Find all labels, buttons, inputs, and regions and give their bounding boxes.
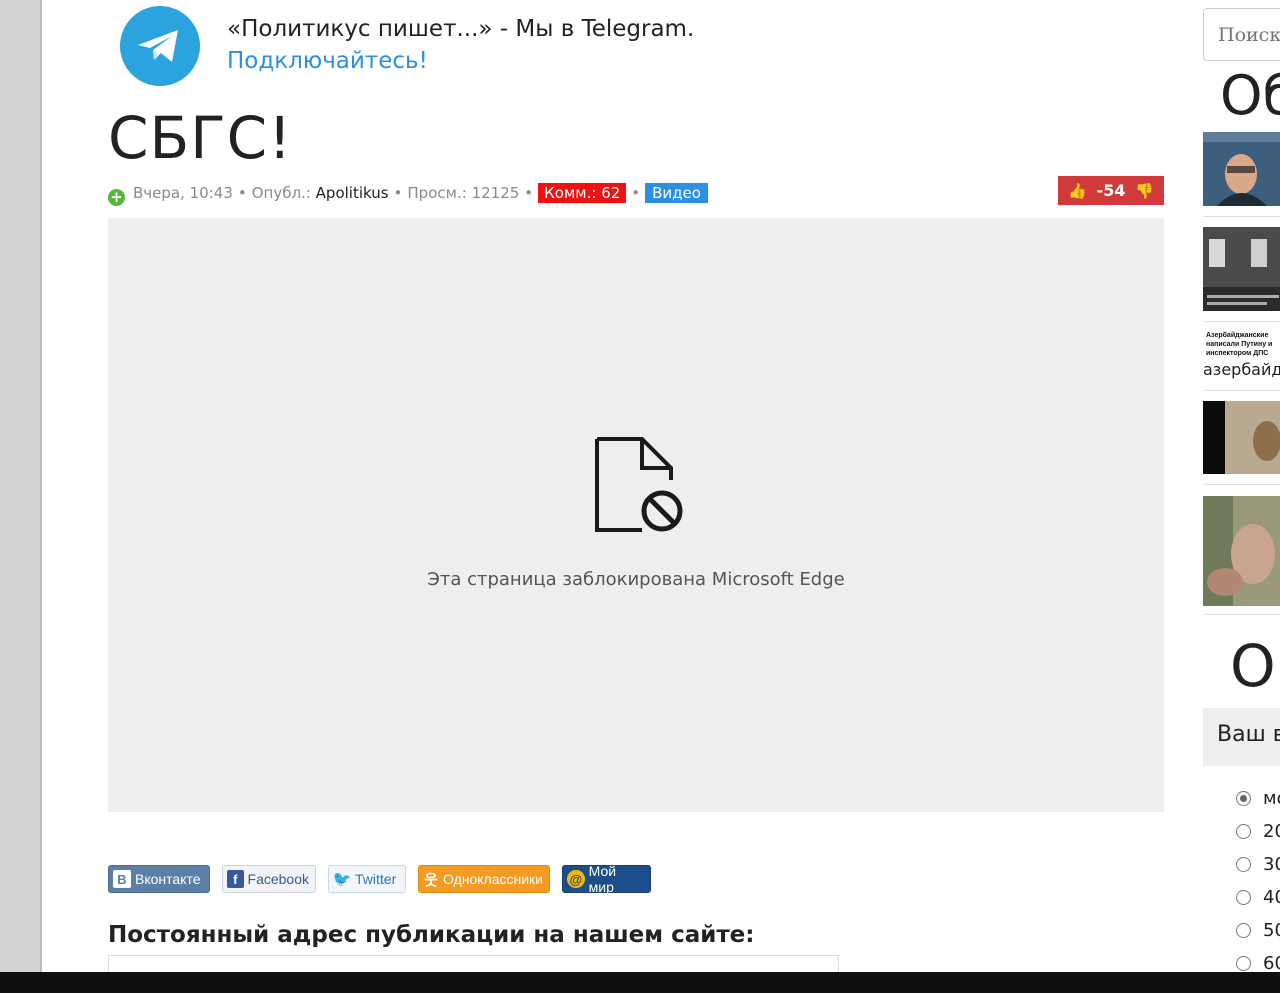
sidebar-heading: Об [1220, 64, 1280, 127]
poll-option-label: 20 [1263, 821, 1280, 842]
article-title: СБГС! [108, 104, 293, 172]
video-badge[interactable]: Видео [645, 183, 708, 203]
meta-separator: • [524, 184, 534, 202]
published-label: Опубл.: [251, 184, 311, 202]
radio-button[interactable] [1236, 956, 1251, 971]
mymir-icon: @ [567, 870, 585, 888]
poll-option[interactable]: 50 [1236, 920, 1280, 941]
blocked-embed-frame: Эта страница заблокирована Microsoft Edg… [108, 218, 1164, 812]
twitter-icon: 🐦 [332, 871, 352, 888]
blocked-message: Эта страница заблокирована Microsoft Edg… [427, 569, 845, 590]
sidebar-divider [1203, 321, 1280, 322]
poll-option[interactable]: 60 [1236, 953, 1280, 974]
poll-option-label: мо [1263, 788, 1280, 809]
blocked-document-icon [595, 437, 683, 532]
share-mymir-label: Мой мир [588, 863, 617, 895]
sidebar-divider [1203, 484, 1280, 485]
vk-icon: B [113, 870, 131, 888]
telegram-icon[interactable] [120, 6, 200, 86]
poll-heading: О [1230, 632, 1276, 700]
poll-option-label: 60 [1263, 953, 1280, 974]
share-vk-button[interactable]: B Вконтакте [108, 865, 210, 893]
sidebar-thumb-5[interactable] [1203, 496, 1280, 606]
meta-separator: • [631, 184, 641, 202]
plus-icon[interactable]: + [108, 188, 125, 206]
telegram-promo-text: «Политикус пишет...» - Мы в Telegram. [227, 16, 695, 42]
share-mymir-button[interactable]: @ Мой мир [562, 863, 651, 895]
poll-option-label: 50 [1263, 920, 1280, 941]
share-facebook-label: Facebook [247, 871, 309, 887]
search-input[interactable] [1203, 8, 1280, 61]
poll-option-label: 40 [1263, 887, 1280, 908]
meta-separator: • [237, 184, 247, 202]
share-facebook-button[interactable]: f Facebook [222, 865, 316, 893]
video-thumbnail [1203, 496, 1280, 606]
rating-widget: 👍 -54 👎 [1058, 176, 1164, 205]
radio-button[interactable] [1236, 923, 1251, 938]
taskbar [0, 972, 1280, 993]
meta-separator: • [393, 184, 403, 202]
poll-option[interactable]: 30 [1236, 854, 1280, 875]
thumbs-down-icon[interactable]: 👎 [1135, 182, 1154, 200]
news-thumbnail [1203, 227, 1280, 311]
article-date: Вчера, 10:43 [133, 184, 233, 202]
radio-button[interactable] [1236, 791, 1251, 806]
sidebar-divider [1203, 390, 1280, 391]
sidebar-divider [1203, 614, 1280, 615]
share-twitter-label: Twitter [355, 871, 397, 887]
facebook-icon: f [227, 870, 244, 888]
permalink-title: Постоянный адрес публикации на нашем сай… [108, 922, 755, 948]
poll-question: Ваш в [1203, 708, 1280, 766]
comments-badge[interactable]: Комм.: 62 [538, 183, 627, 203]
thumb-3-title: Азербайджанские написали Путину и инспек… [1206, 332, 1273, 357]
share-odnoklassniki-button[interactable]: 웃 Одноклассники [418, 865, 550, 893]
article-author-link[interactable]: Apolitikus [316, 184, 389, 202]
sidebar-thumb-4[interactable] [1203, 401, 1280, 474]
rating-value: -54 [1096, 181, 1126, 200]
views-count: 12125 [471, 184, 520, 202]
sidebar-thumb-2[interactable] [1203, 227, 1280, 311]
poll-option[interactable]: мо [1236, 788, 1280, 809]
telegram-subscribe-link[interactable]: Подключайтесь! [227, 48, 428, 74]
video-thumbnail [1203, 401, 1280, 474]
sidebar-divider [1203, 216, 1280, 217]
radio-button[interactable] [1236, 890, 1251, 905]
sidebar-thumb-3[interactable]: Азербайджанские написали Путину и инспек… [1203, 331, 1280, 359]
video-thumbnail [1203, 132, 1280, 206]
left-gutter [0, 0, 42, 993]
article-meta: + Вчера, 10:43 • Опубл.: Apolitikus • Пр… [108, 182, 708, 206]
sidebar-thumb-1[interactable] [1203, 132, 1280, 206]
sidebar-caption[interactable]: азербайд [1203, 360, 1280, 379]
share-buttons: B Вконтакте f Facebook 🐦 Twitter 웃 Однок… [108, 863, 663, 895]
poll-option[interactable]: 20 [1236, 821, 1280, 842]
share-vk-label: Вконтакте [135, 871, 201, 887]
radio-button[interactable] [1236, 857, 1251, 872]
radio-button[interactable] [1236, 824, 1251, 839]
share-twitter-button[interactable]: 🐦 Twitter [328, 865, 406, 893]
thumbs-up-icon[interactable]: 👍 [1068, 182, 1087, 200]
poll-option[interactable]: 40 [1236, 887, 1280, 908]
poll-option-label: 30 [1263, 854, 1280, 875]
share-odnoklassniki-label: Одноклассники [442, 871, 543, 887]
odnoklassniki-icon: 웃 [424, 871, 438, 889]
views-label: Просм.: [407, 184, 467, 202]
